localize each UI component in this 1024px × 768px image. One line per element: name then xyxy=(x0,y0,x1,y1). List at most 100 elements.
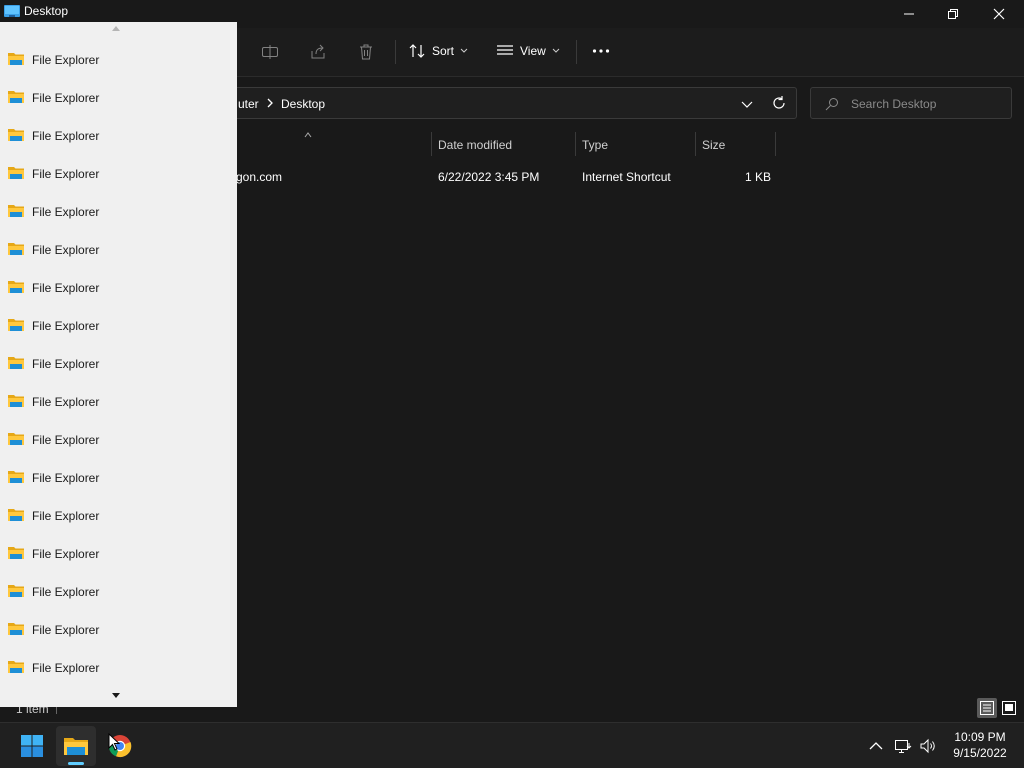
jump-list-item[interactable]: File Explorer xyxy=(0,611,237,649)
refresh-icon[interactable] xyxy=(770,94,788,112)
column-divider[interactable] xyxy=(775,132,776,156)
taskbar xyxy=(0,722,1024,768)
file-explorer-icon xyxy=(8,508,24,522)
jump-list-item[interactable]: File Explorer xyxy=(0,345,237,383)
jump-list-item-label: File Explorer xyxy=(32,433,100,447)
jump-list-item-label: File Explorer xyxy=(32,281,100,295)
jump-list-item-label: File Explorer xyxy=(32,167,100,181)
clock-time: 10:09 PM xyxy=(954,730,1006,744)
column-header-date-modified[interactable]: Date modified xyxy=(438,138,512,152)
view-label: View xyxy=(520,44,546,58)
jump-list-item[interactable]: File Explorer xyxy=(0,497,237,535)
file-explorer-icon xyxy=(8,90,24,104)
column-divider[interactable] xyxy=(695,132,696,156)
jump-list-item[interactable]: File Explorer xyxy=(0,307,237,345)
details-view-button[interactable] xyxy=(977,698,997,718)
column-divider[interactable] xyxy=(431,132,432,156)
file-explorer-icon xyxy=(8,166,24,180)
jump-list-item[interactable]: File Explorer xyxy=(0,573,237,611)
breadcrumb-desktop[interactable]: Desktop xyxy=(281,97,325,111)
minimize-icon xyxy=(904,13,914,15)
more-options-button[interactable] xyxy=(592,36,610,66)
jump-list-item-label: File Explorer xyxy=(32,509,100,523)
search-box[interactable] xyxy=(810,87,1012,119)
view-button[interactable]: View xyxy=(496,36,560,66)
scroll-down-arrow-icon[interactable] xyxy=(112,693,120,699)
file-explorer-icon xyxy=(8,280,24,294)
sort-button[interactable]: Sort xyxy=(408,36,468,66)
jump-list-item[interactable]: File Explorer xyxy=(0,117,237,155)
view-list-icon xyxy=(496,44,514,58)
jump-list-item[interactable]: File Explorer xyxy=(0,535,237,573)
jump-list-item[interactable]: File Explorer xyxy=(0,41,237,79)
sort-label: Sort xyxy=(432,44,455,58)
jump-list-item-label: File Explorer xyxy=(32,585,100,599)
file-row[interactable]: gon.com 6/22/2022 3:45 PM Internet Short… xyxy=(230,166,790,188)
taskbar-jump-list: File Explorer File Explorer File Explorer F… xyxy=(0,22,237,707)
jump-list-item-label: File Explorer xyxy=(32,471,100,485)
file-explorer-icon xyxy=(64,738,88,755)
column-header-size[interactable]: Size xyxy=(702,138,725,152)
jump-list-item[interactable]: File Explorer xyxy=(0,383,237,421)
jump-list-item[interactable]: File Explorer xyxy=(0,79,237,117)
chevron-up-icon[interactable] xyxy=(867,737,885,755)
file-explorer-icon xyxy=(8,546,24,560)
jump-list-item[interactable]: File Explorer xyxy=(0,421,237,459)
network-icon[interactable] xyxy=(894,737,912,755)
taskbar-file-explorer[interactable] xyxy=(56,726,96,766)
file-name[interactable]: gon.com xyxy=(236,170,282,184)
chevron-down-icon xyxy=(460,48,468,54)
jump-list-item-label: File Explorer xyxy=(32,91,100,105)
jump-list-item[interactable]: File Explorer xyxy=(0,269,237,307)
volume-icon[interactable] xyxy=(919,737,937,755)
jump-list-item-label: File Explorer xyxy=(32,129,100,143)
taskbar-chrome[interactable] xyxy=(100,726,140,766)
restore-button[interactable] xyxy=(930,0,976,28)
search-input[interactable] xyxy=(851,96,1001,112)
sort-icon xyxy=(408,43,426,59)
column-header-type[interactable]: Type xyxy=(582,138,608,152)
column-divider[interactable] xyxy=(575,132,576,156)
minimize-button[interactable] xyxy=(886,0,932,28)
chevron-right-icon[interactable] xyxy=(266,98,274,108)
file-explorer-icon xyxy=(8,204,24,218)
close-button[interactable] xyxy=(976,0,1022,28)
close-icon xyxy=(993,8,1005,20)
more-icon xyxy=(592,48,610,54)
system-clock[interactable]: 10:09 PM 9/15/2022 xyxy=(940,729,1020,761)
window-title: Desktop xyxy=(24,4,69,18)
jump-list-item-label: File Explorer xyxy=(32,661,100,675)
large-icons-view-icon xyxy=(1002,701,1016,715)
jump-list-item[interactable]: File Explorer xyxy=(0,155,237,193)
jump-list-item-label: File Explorer xyxy=(32,357,100,371)
file-explorer-icon xyxy=(8,128,24,142)
file-size: 1 KB xyxy=(745,170,772,184)
scroll-up-arrow-icon[interactable] xyxy=(112,25,120,31)
jump-list-item[interactable]: File Explorer xyxy=(0,649,237,687)
file-explorer-icon xyxy=(8,394,24,408)
restore-icon xyxy=(948,9,958,19)
jump-list-item-label: File Explorer xyxy=(32,319,100,333)
address-bar[interactable]: uter Desktop xyxy=(230,87,797,119)
jump-list-item[interactable]: File Explorer xyxy=(0,231,237,269)
file-explorer-icon xyxy=(8,470,24,484)
jump-list-item[interactable]: File Explorer xyxy=(0,193,237,231)
active-app-indicator xyxy=(68,762,84,765)
jump-list-item[interactable]: File Explorer xyxy=(0,459,237,497)
chevron-down-icon[interactable] xyxy=(739,96,755,112)
start-button[interactable] xyxy=(12,726,52,766)
jump-list-item-label: File Explorer xyxy=(32,623,100,637)
file-explorer-icon xyxy=(8,660,24,674)
share-icon[interactable] xyxy=(306,40,330,64)
mouse-cursor-icon xyxy=(108,733,120,751)
file-date-modified: 6/22/2022 3:45 PM xyxy=(438,170,540,184)
breadcrumb-this-pc[interactable]: uter xyxy=(238,97,259,111)
rename-icon[interactable] xyxy=(258,40,282,64)
jump-list-item-label: File Explorer xyxy=(32,243,100,257)
file-type: Internet Shortcut xyxy=(582,170,671,184)
large-icons-view-button[interactable] xyxy=(999,698,1019,718)
toolbar-divider xyxy=(395,40,396,64)
delete-icon[interactable] xyxy=(354,40,378,64)
file-explorer-icon xyxy=(8,432,24,446)
toolbar-divider xyxy=(576,40,577,64)
